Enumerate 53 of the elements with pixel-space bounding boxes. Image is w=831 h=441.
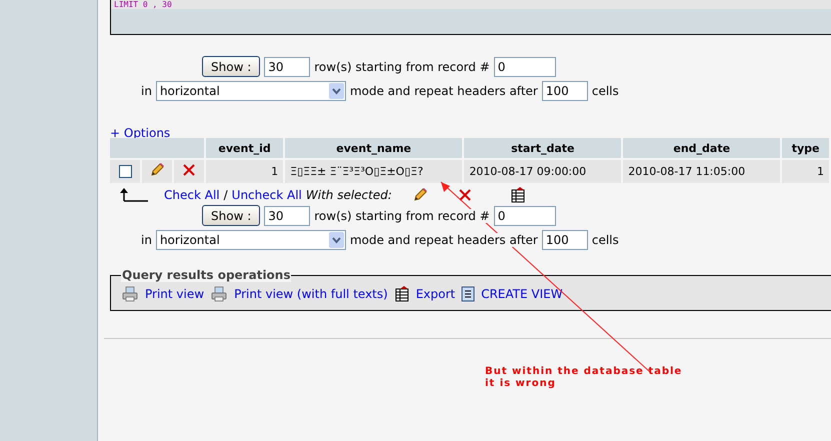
printer-icon[interactable]	[121, 286, 139, 302]
pencil-icon[interactable]	[149, 162, 165, 178]
in-label: in	[141, 233, 152, 247]
with-selected-label: With selected:	[306, 188, 392, 202]
uncheck-all-link[interactable]: Uncheck All	[232, 188, 302, 202]
delete-icon[interactable]	[458, 188, 472, 202]
mode-label: mode and repeat headers after	[350, 233, 538, 247]
check-all-link[interactable]: Check All	[164, 188, 220, 202]
repeat-headers-input[interactable]: 100	[542, 230, 588, 250]
table-cell: 2010-08-17 09:00:00	[464, 160, 622, 183]
annotation-note: But within the database table it is wrong	[485, 366, 684, 390]
operation-link[interactable]: Print view (with full texts)	[234, 287, 388, 301]
show-button[interactable]: Show :	[202, 56, 260, 77]
dropdown-caret-icon[interactable]	[328, 232, 344, 248]
start-record-input[interactable]: 0	[494, 206, 556, 226]
table-cell: 2010-08-17 11:05:00	[623, 160, 780, 183]
panel-legend: Query results operations	[121, 268, 292, 282]
table-icon[interactable]	[394, 286, 410, 302]
column-header[interactable]: start_date	[464, 138, 622, 158]
corner-arrow-icon	[120, 188, 150, 202]
mode-select[interactable]: horizontal	[156, 81, 346, 101]
operation-link[interactable]: CREATE VIEW	[481, 287, 563, 301]
operation-link[interactable]: Print view	[145, 287, 204, 301]
rows-input[interactable]: 30	[264, 206, 310, 226]
column-header[interactable]: end_date	[623, 138, 780, 158]
document-icon[interactable]	[461, 286, 476, 302]
mode-label: mode and repeat headers after	[350, 84, 538, 98]
cells-label: cells	[592, 233, 619, 247]
cells-label: cells	[592, 84, 619, 98]
column-header[interactable]: type	[782, 138, 829, 158]
show-button[interactable]: Show :	[202, 205, 260, 226]
table-cell: 1	[206, 160, 284, 183]
options-link[interactable]: + Options	[110, 126, 831, 140]
pencil-icon[interactable]	[412, 187, 428, 203]
printer-icon[interactable]	[210, 286, 228, 302]
separator-text: /	[224, 188, 228, 202]
delete-icon[interactable]	[182, 163, 196, 177]
in-label: in	[141, 84, 152, 98]
repeat-headers-input[interactable]: 100	[542, 81, 588, 101]
column-header[interactable]: event_name	[285, 138, 462, 158]
rows-label: row(s) starting from record #	[314, 208, 490, 222]
rows-input[interactable]: 30	[264, 56, 310, 76]
table-cell: 1	[782, 160, 829, 183]
table-cell: Ξ▯ΞΞ± Ξ¨Ξ³Ξ³Ο▯Ξ±Ο▯Ξ?	[285, 160, 462, 183]
table-icon[interactable]	[510, 187, 526, 203]
mode-select[interactable]: horizontal	[156, 230, 346, 250]
rows-label: row(s) starting from record #	[314, 60, 490, 74]
operation-link[interactable]: Export	[416, 287, 456, 301]
dropdown-caret-icon[interactable]	[328, 83, 344, 99]
sql-text: LIMIT 0 , 30	[113, 0, 173, 9]
row-checkbox[interactable]	[118, 165, 132, 178]
start-record-input[interactable]: 0	[494, 56, 556, 76]
column-header[interactable]: event_id	[206, 138, 284, 158]
